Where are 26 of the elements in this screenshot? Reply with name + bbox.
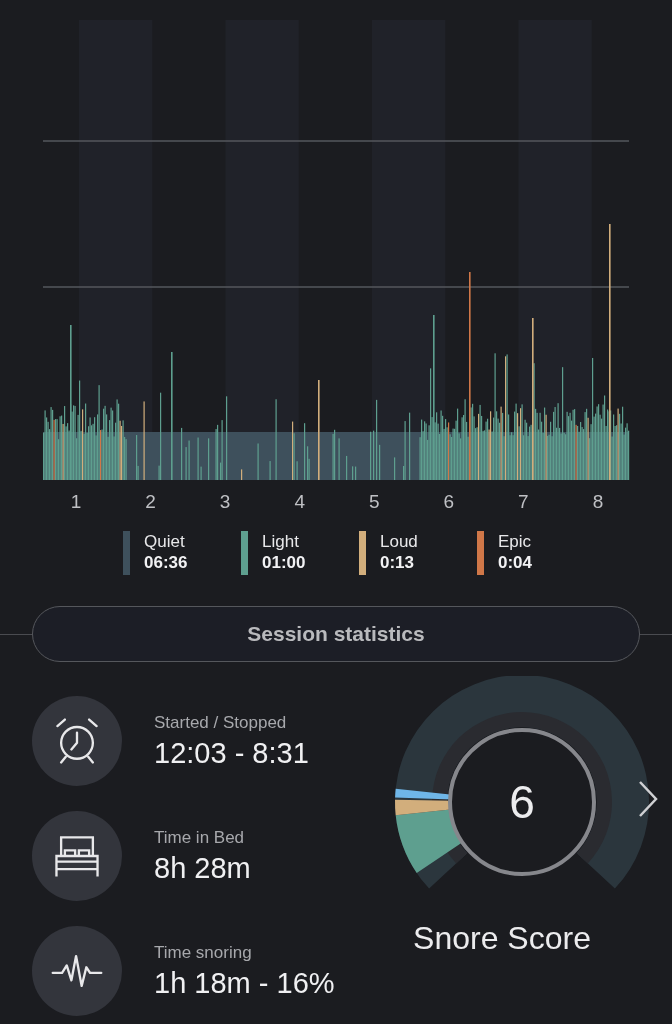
legend-value: 0:13 xyxy=(380,552,416,573)
hour-label: 2 xyxy=(144,491,157,513)
hour-label: 5 xyxy=(367,491,381,513)
legend-label: Quiet xyxy=(144,531,186,552)
legend-value: 0:04 xyxy=(498,552,533,573)
score-title: Snore Score xyxy=(413,920,591,957)
stat-label: Time in Bed xyxy=(154,827,246,848)
stat-label: Time snoring xyxy=(154,942,253,963)
hour-label: 8 xyxy=(591,491,605,513)
hour-label: 4 xyxy=(293,491,306,513)
stat-value: 12:03 - 8:31 xyxy=(154,736,309,770)
score-value: 6 xyxy=(509,775,535,829)
legend-value: 06:36 xyxy=(144,552,188,573)
stat-value: 1h 18m - 16% xyxy=(154,966,335,1000)
stat-value: 8h 28m xyxy=(154,851,251,885)
legend-label: Epic xyxy=(498,531,533,552)
stat-label: Started / Stopped xyxy=(154,712,288,733)
legend-label: Light xyxy=(262,531,300,552)
hour-label: 6 xyxy=(442,491,456,513)
legend-value: 01:00 xyxy=(262,552,306,573)
chevron-right-icon[interactable] xyxy=(638,780,658,818)
hour-label: 7 xyxy=(517,491,530,513)
hour-label: 3 xyxy=(218,491,232,513)
legend-label: Loud xyxy=(380,531,418,552)
section-header: Session statistics xyxy=(32,606,640,662)
hour-label: 1 xyxy=(69,491,83,513)
